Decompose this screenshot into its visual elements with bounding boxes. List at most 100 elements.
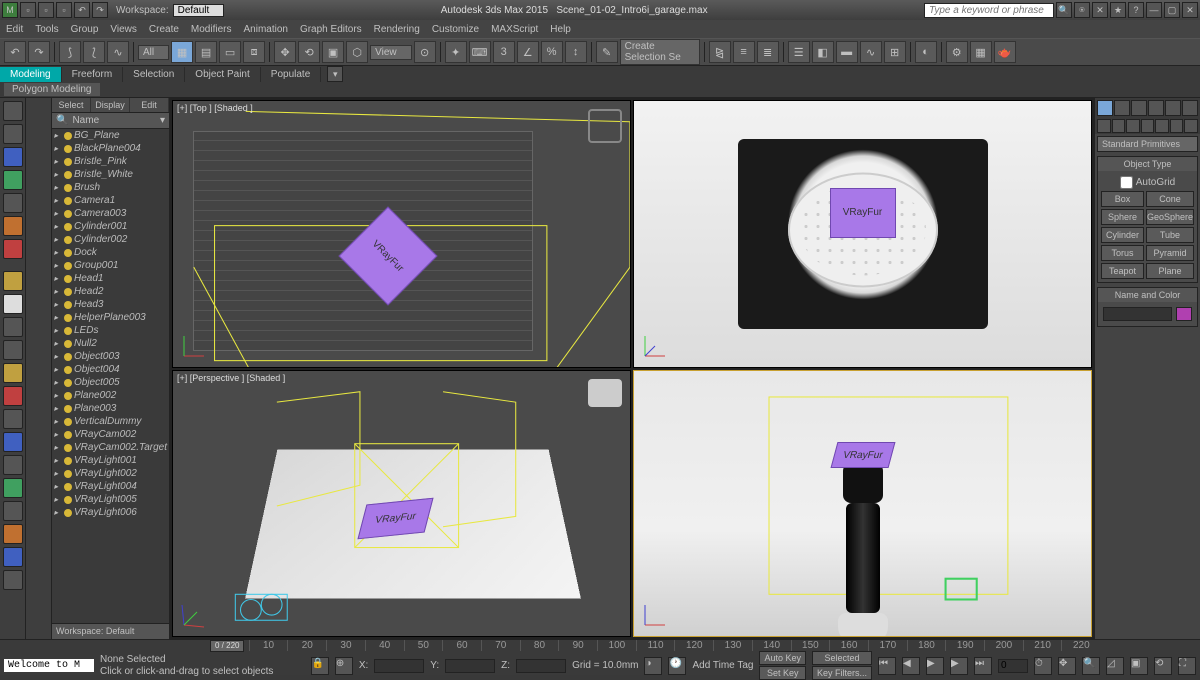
scene-item[interactable]: ▸Bristle_Pink: [52, 155, 169, 168]
time-tag-icon[interactable]: 🕐: [668, 657, 686, 675]
menu-tools[interactable]: Tools: [35, 24, 58, 35]
unlink-button[interactable]: ⟅: [83, 41, 105, 63]
vp-top-label[interactable]: [+] [Top ] [Shaded ]: [177, 103, 253, 113]
viewcube-icon[interactable]: [588, 109, 622, 143]
primitive-sphere-button[interactable]: Sphere: [1101, 209, 1144, 225]
scene-item[interactable]: ▸Object003: [52, 350, 169, 363]
object-name-input[interactable]: [1103, 307, 1172, 321]
placement-button[interactable]: ⬡: [346, 41, 368, 63]
menu-edit[interactable]: Edit: [6, 24, 23, 35]
save-icon[interactable]: ▫: [56, 2, 72, 18]
scene-item[interactable]: ▸Head1: [52, 272, 169, 285]
sp-tab-display[interactable]: Display: [91, 98, 130, 112]
menu-rendering[interactable]: Rendering: [374, 24, 420, 35]
rollout-namecolor[interactable]: Name and Color: [1098, 288, 1197, 302]
window-crossing-button[interactable]: ⧈: [243, 41, 265, 63]
menu-create[interactable]: Create: [149, 24, 179, 35]
move-button[interactable]: ✥: [274, 41, 296, 63]
tool-icon-5[interactable]: [3, 363, 23, 383]
scene-explorer-button[interactable]: ☰: [788, 41, 810, 63]
material-editor-button[interactable]: ◐: [915, 41, 937, 63]
cp-create-tab[interactable]: [1097, 100, 1113, 116]
scene-item[interactable]: ▸Plane003: [52, 402, 169, 415]
scene-item[interactable]: ▸Brush: [52, 181, 169, 194]
menu-views[interactable]: Views: [110, 24, 137, 35]
new-icon[interactable]: ▫: [20, 2, 36, 18]
viewcube-icon[interactable]: [588, 379, 622, 407]
tool-icon-9[interactable]: [3, 455, 23, 475]
ribbon-tab-freeform[interactable]: Freeform: [62, 67, 124, 82]
orbit-icon[interactable]: ⟲: [1154, 657, 1172, 675]
cp-utilities-tab[interactable]: [1182, 100, 1198, 116]
scene-item[interactable]: ▸Cylinder001: [52, 220, 169, 233]
vp-persp-label[interactable]: [+] [Perspective ] [Shaded ]: [177, 373, 285, 383]
scene-item[interactable]: ▸Dock: [52, 246, 169, 259]
sp-tab-select[interactable]: Select: [52, 98, 91, 112]
primitive-teapot-button[interactable]: Teapot: [1101, 263, 1144, 279]
scene-item[interactable]: ▸LEDs: [52, 324, 169, 337]
scene-item[interactable]: ▸Object004: [52, 363, 169, 376]
time-slider[interactable]: 0 / 220 01020304050607080901001101201301…: [0, 640, 1200, 651]
play-icon[interactable]: ▶: [926, 657, 944, 675]
mirror-button[interactable]: ⧎: [709, 41, 731, 63]
helpers-icon[interactable]: [3, 193, 23, 213]
vrayfur-plane[interactable]: VRayFur: [830, 188, 896, 238]
keyboard-shortcut-button[interactable]: ⌨: [469, 41, 491, 63]
primitive-cylinder-button[interactable]: Cylinder: [1101, 227, 1144, 243]
scale-button[interactable]: ▣: [322, 41, 344, 63]
sp-name-header[interactable]: 🔍 Name ▾: [52, 113, 169, 129]
time-slider-handle[interactable]: 0 / 220: [210, 640, 244, 652]
signin-icon[interactable]: ⍟: [1074, 2, 1090, 18]
zoom-icon[interactable]: 🔍: [1082, 657, 1100, 675]
x-coord-input[interactable]: [374, 659, 424, 673]
rotate-button[interactable]: ⟲: [298, 41, 320, 63]
exchange-icon[interactable]: ✕: [1092, 2, 1108, 18]
selection-set-button[interactable]: ✎: [596, 41, 618, 63]
ribbon-tab-selection[interactable]: Selection: [123, 67, 185, 82]
lights-icon[interactable]: [3, 147, 23, 167]
zoom-extents-icon[interactable]: ▣: [1130, 657, 1148, 675]
cp-systems-icon[interactable]: [1184, 119, 1198, 133]
tool-icon-1[interactable]: [3, 271, 23, 291]
viewport-camera[interactable]: VRayFur: [633, 100, 1092, 368]
scene-item[interactable]: ▸BG_Plane: [52, 129, 169, 142]
scene-item[interactable]: ▸Plane002: [52, 389, 169, 402]
tool-icon-13[interactable]: [3, 547, 23, 567]
open-icon[interactable]: ▫: [38, 2, 54, 18]
tool-icon-7[interactable]: [3, 409, 23, 429]
ribbon-tab-populate[interactable]: Populate: [261, 67, 321, 82]
scene-item[interactable]: ▸VRayLight006: [52, 506, 169, 519]
cp-shapes-icon[interactable]: [1112, 119, 1126, 133]
primitive-geosphere-button[interactable]: GeoSphere: [1146, 209, 1194, 225]
systems-icon[interactable]: [3, 239, 23, 259]
viewport-top[interactable]: [+] [Top ] [Shaded ] VRayFur: [172, 100, 631, 368]
link-button[interactable]: ⟆: [59, 41, 81, 63]
select-region-button[interactable]: ▭: [219, 41, 241, 63]
sp-tab-edit[interactable]: Edit: [130, 98, 169, 112]
schematic-button[interactable]: ⊞: [884, 41, 906, 63]
prev-frame-icon[interactable]: ◀: [902, 657, 920, 675]
scene-item[interactable]: ▸Cylinder002: [52, 233, 169, 246]
menu-customize[interactable]: Customize: [432, 24, 479, 35]
scene-item[interactable]: ▸VerticalDummy: [52, 415, 169, 428]
sp-workspace-footer[interactable]: Workspace: Default: [52, 623, 169, 639]
select-object-button[interactable]: ▦: [171, 41, 193, 63]
scene-item[interactable]: ▸VRayCam002.Target: [52, 441, 169, 454]
scene-item[interactable]: ▸Object005: [52, 376, 169, 389]
absolute-mode-icon[interactable]: ⊕: [335, 657, 353, 675]
search-icon[interactable]: 🔍: [56, 115, 68, 126]
primitive-pyramid-button[interactable]: Pyramid: [1146, 245, 1194, 261]
scene-item[interactable]: ▸VRayLight002: [52, 467, 169, 480]
scene-item[interactable]: ▸Head2: [52, 285, 169, 298]
maximize-icon[interactable]: ▢: [1164, 2, 1180, 18]
layers-button[interactable]: ≣: [757, 41, 779, 63]
menu-group[interactable]: Group: [71, 24, 99, 35]
cp-display-tab[interactable]: [1165, 100, 1181, 116]
scene-object-list[interactable]: ▸BG_Plane▸BlackPlane004▸Bristle_Pink▸Bri…: [52, 129, 169, 623]
cp-hierarchy-tab[interactable]: [1131, 100, 1147, 116]
tool-icon-12[interactable]: [3, 524, 23, 544]
cp-cameras-icon[interactable]: [1141, 119, 1155, 133]
cp-modify-tab[interactable]: [1114, 100, 1130, 116]
keymode-dropdown[interactable]: Selected: [812, 651, 872, 665]
cp-helpers-icon[interactable]: [1155, 119, 1169, 133]
